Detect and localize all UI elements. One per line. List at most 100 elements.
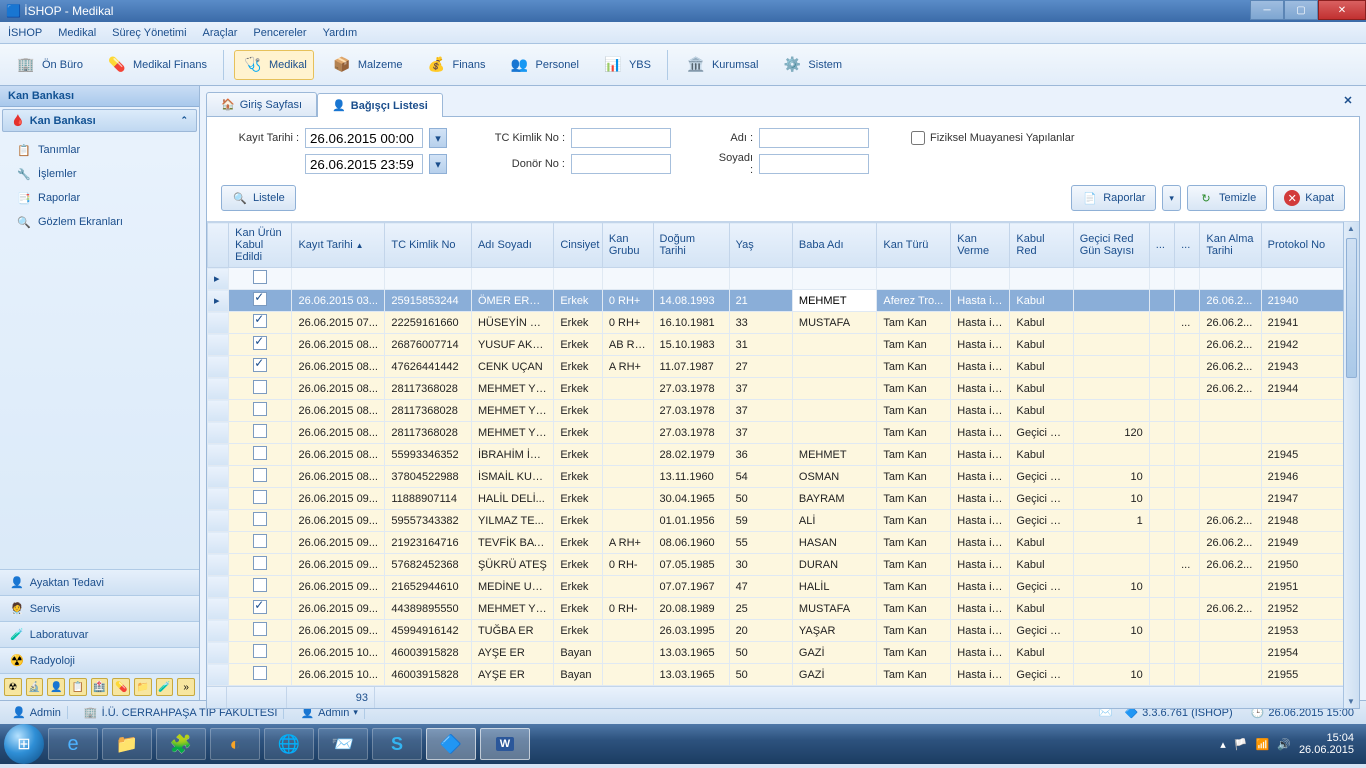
mini-icon-2[interactable]: 🔬 [26,678,44,696]
input-date-from[interactable] [305,128,423,148]
row-checkbox[interactable] [253,534,267,548]
mini-icon-4[interactable]: 📋 [69,678,87,696]
mini-icon-8[interactable]: 🧪 [156,678,174,696]
input-date-to[interactable] [305,154,423,174]
date-from-picker[interactable]: ▾ [429,128,447,148]
col-header-4[interactable]: Adı Soyadı [471,223,553,268]
table-row[interactable]: ▸26.06.2015 03...25915853244ÖMER ERSÜ...… [208,290,1359,312]
ribbon-ön-büro[interactable]: 🏢Ön Büro [8,51,89,79]
sidebar-item-raporlar[interactable]: 📑Raporlar [2,186,197,210]
table-row[interactable]: 26.06.2015 08...47626441442CENK UÇANErke… [208,356,1359,378]
task-word[interactable]: W [480,728,530,760]
table-row[interactable]: 26.06.2015 08...26876007714YUSUF AKSOYEr… [208,334,1359,356]
menu-ishop[interactable]: İSHOP [8,27,42,39]
row-checkbox[interactable] [253,644,267,658]
window-maximize[interactable]: ▢ [1284,0,1318,20]
tray-network-icon[interactable]: 📶 [1256,738,1270,751]
tray-up-icon[interactable]: ▴ [1220,738,1226,751]
tab-bağışçı-listesi[interactable]: 👤Bağışçı Listesi [317,93,443,117]
btn-temizle[interactable]: ↻Temizle [1187,185,1267,211]
task-ie[interactable]: e [48,728,98,760]
table-row[interactable]: 26.06.2015 09...11888907114HALİL DELİ...… [208,488,1359,510]
menu-medikal[interactable]: Medikal [58,27,96,39]
checkbox-fiziksel[interactable]: Fiziksel Muayanesi Yapılanlar [911,131,1075,145]
task-outlook[interactable]: ◐ [210,728,260,760]
sidebar-item-tanımlar[interactable]: 📋Tanımlar [2,138,197,162]
menu-pencereler[interactable]: Pencereler [253,27,306,39]
start-button[interactable]: ⊞ [4,724,44,764]
col-header-1[interactable]: Kan Ürün Kabul Edildi [229,223,292,268]
table-row[interactable]: 26.06.2015 10...46003915828AYŞE ERBayan1… [208,664,1359,686]
input-donor[interactable] [571,154,671,174]
btn-listele[interactable]: 🔍Listele [221,185,296,211]
ribbon-medikal-finans[interactable]: 💊Medikal Finans [99,51,213,79]
table-row[interactable]: 26.06.2015 08...28117368028MEHMET Yİ...E… [208,378,1359,400]
sidebar-item-i̇şlemler[interactable]: 🔧İşlemler [2,162,197,186]
ribbon-personel[interactable]: 👥Personel [502,51,585,79]
table-row[interactable]: 26.06.2015 10...46003915828AYŞE ERBayan1… [208,642,1359,664]
menu-yardim[interactable]: Yardım [323,27,358,39]
ribbon-finans[interactable]: 💰Finans [418,51,491,79]
col-header-5[interactable]: Cinsiyet [554,223,603,268]
col-header-11[interactable]: Kan Verme [951,223,1010,268]
row-checkbox[interactable] [253,490,267,504]
table-row[interactable]: 26.06.2015 09...21652944610MEDİNE UZ...E… [208,576,1359,598]
col-header-10[interactable]: Kan Türü [877,223,951,268]
row-checkbox[interactable] [253,556,267,570]
input-soyadi[interactable] [759,154,869,174]
mini-icon-5[interactable]: 🏥 [91,678,109,696]
table-row[interactable]: 26.06.2015 09...21923164716TEVFİK BAY...… [208,532,1359,554]
tray-volume-icon[interactable]: 🔊 [1277,738,1291,751]
side-group-kan-bankasi[interactable]: 🩸Kan Bankası ⌃ [2,109,197,132]
task-app2[interactable]: 📨 [318,728,368,760]
ribbon-medikal[interactable]: 🩺Medikal [234,50,314,80]
task-skype[interactable]: S [372,728,422,760]
col-header-12[interactable]: Kabul Red [1010,223,1073,268]
window-close[interactable]: ✕ [1318,0,1366,20]
table-row[interactable]: 26.06.2015 07...22259161660HÜSEYİN M...E… [208,312,1359,334]
mini-icon-6[interactable]: 💊 [112,678,130,696]
table-row[interactable]: 26.06.2015 08...37804522988İSMAİL KUR...… [208,466,1359,488]
col-header-0[interactable] [208,223,229,268]
col-header-8[interactable]: Yaş [729,223,792,268]
table-row[interactable]: 26.06.2015 08...28117368028MEHMET Yİ...E… [208,422,1359,444]
menu-araclar[interactable]: Araçlar [203,27,238,39]
table-row[interactable]: 26.06.2015 09...57682452368ŞÜKRÜ ATEŞErk… [208,554,1359,576]
row-checkbox[interactable] [253,314,267,328]
btn-raporlar-dropdown[interactable]: ▾ [1162,185,1181,211]
donor-grid[interactable]: Kan Ürün Kabul EdildiKayıt Tarihi▲TC Kim… [207,222,1359,686]
sidebar-item-gözlem ekranları[interactable]: 🔍Gözlem Ekranları [2,210,197,234]
row-checkbox[interactable] [253,380,267,394]
tab-close-all[interactable]: ✕ [1340,94,1356,110]
col-header-6[interactable]: Kan Grubu [602,223,653,268]
menu-surec[interactable]: Süreç Yönetimi [112,27,186,39]
row-checkbox[interactable] [253,446,267,460]
task-explorer[interactable]: 📁 [102,728,152,760]
table-row[interactable]: 26.06.2015 09...45994916142TUĞBA ERErkek… [208,620,1359,642]
row-checkbox[interactable] [253,336,267,350]
row-checkbox[interactable] [253,578,267,592]
row-checkbox[interactable] [253,468,267,482]
sidebar-tile-servis[interactable]: 🧑‍⚕️Servis [0,595,199,621]
ribbon-sistem[interactable]: ⚙️Sistem [774,51,848,79]
col-header-15[interactable]: ... [1175,223,1200,268]
col-header-16[interactable]: Kan Alma Tarihi [1200,223,1261,268]
mini-icon-expand[interactable]: » [177,678,195,696]
table-row[interactable]: 26.06.2015 09...44389895550MEHMET Yİ...E… [208,598,1359,620]
ribbon-kurumsal[interactable]: 🏛️Kurumsal [678,51,764,79]
mini-icon-3[interactable]: 👤 [47,678,65,696]
btn-raporlar[interactable]: 📄Raporlar [1071,185,1156,211]
row-checkbox[interactable] [253,292,267,306]
checkbox-fiziksel-input[interactable] [911,131,925,145]
mini-icon-1[interactable]: ☢ [4,678,22,696]
row-checkbox[interactable] [253,358,267,372]
grid-filter-row[interactable]: ▸ [208,268,1359,290]
col-header-3[interactable]: TC Kimlik No [385,223,472,268]
sidebar-tile-radyoloji[interactable]: ☢️Radyoloji [0,647,199,673]
tray-clock[interactable]: 15:04 26.06.2015 [1299,732,1354,756]
collapse-icon[interactable]: ⌃ [180,115,188,126]
input-adi[interactable] [759,128,869,148]
window-minimize[interactable]: ─ [1250,0,1284,20]
task-app1[interactable]: 🧩 [156,728,206,760]
col-header-2[interactable]: Kayıt Tarihi▲ [292,223,385,268]
